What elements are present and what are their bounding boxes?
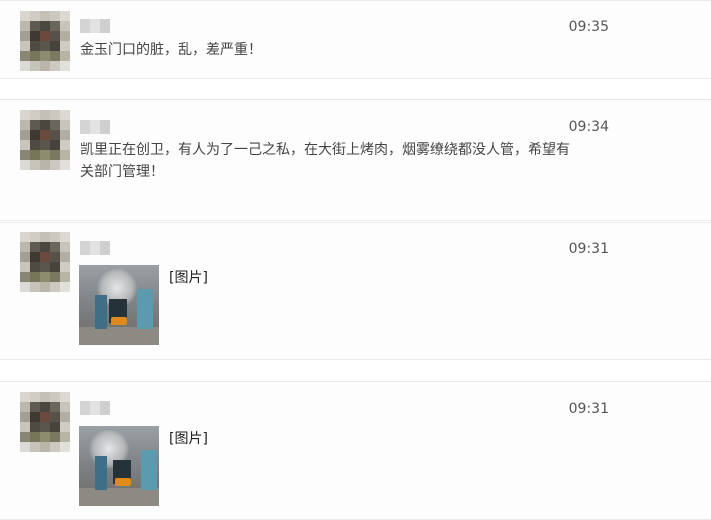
avatar[interactable] — [20, 110, 70, 170]
message-item[interactable]: 09:31 [图片] — [0, 381, 711, 520]
message-time: 09:35 — [568, 19, 609, 35]
image-thumbnail[interactable] — [79, 426, 159, 506]
username-blurred — [80, 19, 110, 33]
image-thumbnail[interactable] — [79, 265, 159, 345]
username-blurred — [80, 401, 110, 415]
image-label: [图片] — [169, 270, 208, 286]
username-blurred — [80, 120, 110, 134]
message-item[interactable]: 09:35 金玉门口的脏，乱，差严重！ — [0, 0, 711, 79]
avatar[interactable] — [20, 392, 70, 452]
message-item[interactable]: 09:31 [图片] — [0, 222, 711, 360]
username-blurred — [80, 241, 110, 255]
message-list: 09:35 金玉门口的脏，乱，差严重！ 09:34 凯里正在创卫，有人为了一己之… — [0, 0, 711, 520]
message-time: 09:34 — [568, 119, 609, 135]
message-text: 金玉门口的脏，乱，差严重！ — [80, 42, 262, 58]
message-time: 09:31 — [568, 241, 609, 257]
avatar[interactable] — [20, 11, 70, 71]
avatar[interactable] — [20, 232, 70, 292]
message-time: 09:31 — [568, 401, 609, 417]
message-item[interactable]: 09:34 凯里正在创卫，有人为了一己之私，在大街上烤肉，烟雾缭绕都没人管，希望… — [0, 99, 711, 221]
message-text: 凯里正在创卫，有人为了一己之私，在大街上烤肉，烟雾缭绕都没人管，希望有关部门管理… — [80, 142, 570, 180]
image-label: [图片] — [169, 431, 208, 447]
